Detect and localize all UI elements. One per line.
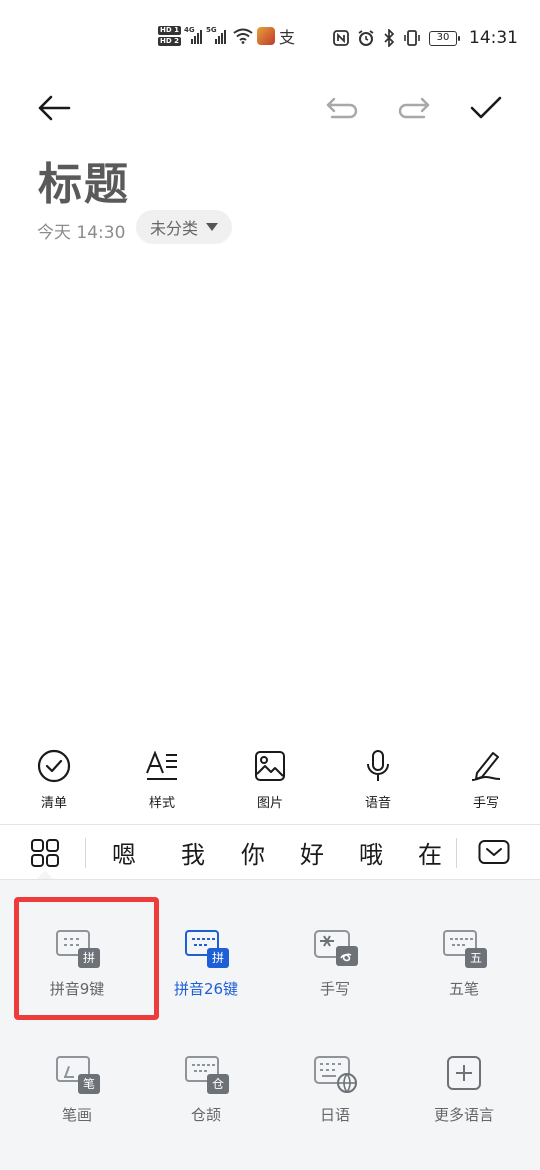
- handwriting-button[interactable]: 手写: [446, 748, 526, 811]
- candidate-bar: 嗯 我 你 好 哦 在: [0, 824, 540, 880]
- candidate-word[interactable]: 在: [418, 835, 442, 870]
- menu-pointer: [37, 870, 53, 879]
- game-app-icon: [256, 27, 275, 45]
- input-method-japanese[interactable]: 日语: [270, 1054, 400, 1125]
- input-method-pinyin-26[interactable]: 拼 拼音26键: [141, 928, 271, 999]
- candidate-word[interactable]: 好: [300, 835, 324, 870]
- handwriting-method-label: 手写: [319, 980, 350, 998]
- voice-label: 语音: [364, 796, 391, 811]
- stroke-label: 笔画: [61, 1106, 92, 1124]
- checklist-label: 清单: [40, 796, 67, 811]
- back-arrow-icon: [38, 95, 71, 121]
- pinyin-26-label: 拼音26键: [173, 980, 239, 998]
- microphone-icon: [367, 750, 389, 781]
- input-method-stroke[interactable]: 笔 笔画: [12, 1054, 142, 1125]
- hd1-badge: HD 1: [158, 26, 181, 35]
- cangjie-label: 仓颉: [190, 1106, 221, 1124]
- voice-button[interactable]: 语音: [338, 748, 418, 811]
- hd2-badge: HD 2: [158, 37, 181, 46]
- wifi-icon: [233, 28, 253, 44]
- stroke-keyboard-icon: 笔: [54, 1054, 100, 1094]
- separator: [85, 838, 86, 868]
- text-style-icon: [146, 751, 177, 780]
- wubi-keyboard-icon: 五: [441, 928, 487, 968]
- clock: 14:31: [469, 28, 518, 48]
- dropdown-triangle-icon: [206, 223, 219, 231]
- note-timestamp: 今天 14:30: [37, 223, 126, 243]
- image-icon: [255, 751, 285, 781]
- collapse-keyboard-button[interactable]: [478, 839, 510, 867]
- cangjie-keyboard-icon: 仓: [183, 1054, 229, 1094]
- collapse-keyboard-icon: [478, 840, 510, 864]
- signal-5g-icon: 5G: [206, 26, 229, 44]
- category-dropdown[interactable]: 未分类: [136, 210, 233, 244]
- status-right: 30 14:31: [333, 28, 518, 48]
- pinyin-26-keyboard-icon: 拼: [183, 928, 229, 968]
- category-label: 未分类: [150, 219, 199, 238]
- japanese-label: 日语: [319, 1106, 350, 1124]
- confirm-button[interactable]: [464, 86, 508, 130]
- text-style-button[interactable]: 样式: [122, 748, 202, 811]
- checklist-button[interactable]: 清单: [14, 748, 94, 811]
- candidate-word[interactable]: 哦: [359, 835, 383, 870]
- candidate-word[interactable]: 我: [181, 835, 205, 870]
- input-method-handwriting[interactable]: 手写: [270, 928, 400, 999]
- japanese-globe-keyboard-icon: [314, 1056, 357, 1093]
- redo-icon: [398, 97, 430, 119]
- bluetooth-icon: [384, 29, 395, 47]
- edit-toolbar: 清单 样式 图片 语音 手写: [0, 748, 540, 816]
- image-button[interactable]: 图片: [230, 748, 310, 811]
- more-languages-label: 更多语言: [433, 1106, 494, 1124]
- alipay-icon: 支: [278, 28, 295, 47]
- image-label: 图片: [256, 796, 283, 811]
- status-left: HD 1 HD 2 4G 5G 支: [158, 24, 295, 48]
- grid-menu-icon: [31, 839, 59, 867]
- note-title[interactable]: 标题: [38, 148, 130, 212]
- handwriting-label: 手写: [472, 796, 499, 811]
- keyboard-menu-button[interactable]: [30, 838, 60, 868]
- checklist-icon: [37, 749, 71, 783]
- separator: [456, 838, 457, 868]
- handwriting-keyboard-icon: [314, 930, 358, 966]
- handwriting-pen-icon: [471, 752, 501, 781]
- nfc-icon: [333, 30, 349, 46]
- candidate-word[interactable]: 你: [241, 835, 265, 870]
- redo-button[interactable]: [392, 86, 436, 130]
- input-method-cangjie[interactable]: 仓 仓颉: [141, 1054, 271, 1125]
- signal-icon: 4G: [184, 26, 203, 44]
- text-style-label: 样式: [148, 796, 175, 811]
- status-bar: HD 1 HD 2 4G 5G 支 30 14:31: [0, 0, 540, 80]
- battery-icon: 30: [429, 30, 460, 46]
- checkmark-icon: [470, 96, 502, 119]
- vibrate-icon: [404, 30, 420, 46]
- candidate-word[interactable]: 嗯: [112, 835, 136, 870]
- input-method-more-languages[interactable]: 更多语言: [399, 1054, 529, 1125]
- undo-icon: [326, 97, 358, 119]
- alarm-icon: [358, 30, 374, 46]
- input-method-wubi[interactable]: 五 五笔: [399, 928, 529, 999]
- wubi-label: 五笔: [448, 980, 479, 998]
- highlight-box: [14, 897, 159, 1020]
- back-button[interactable]: [32, 86, 76, 130]
- plus-icon: [447, 1056, 481, 1090]
- undo-button[interactable]: [320, 86, 364, 130]
